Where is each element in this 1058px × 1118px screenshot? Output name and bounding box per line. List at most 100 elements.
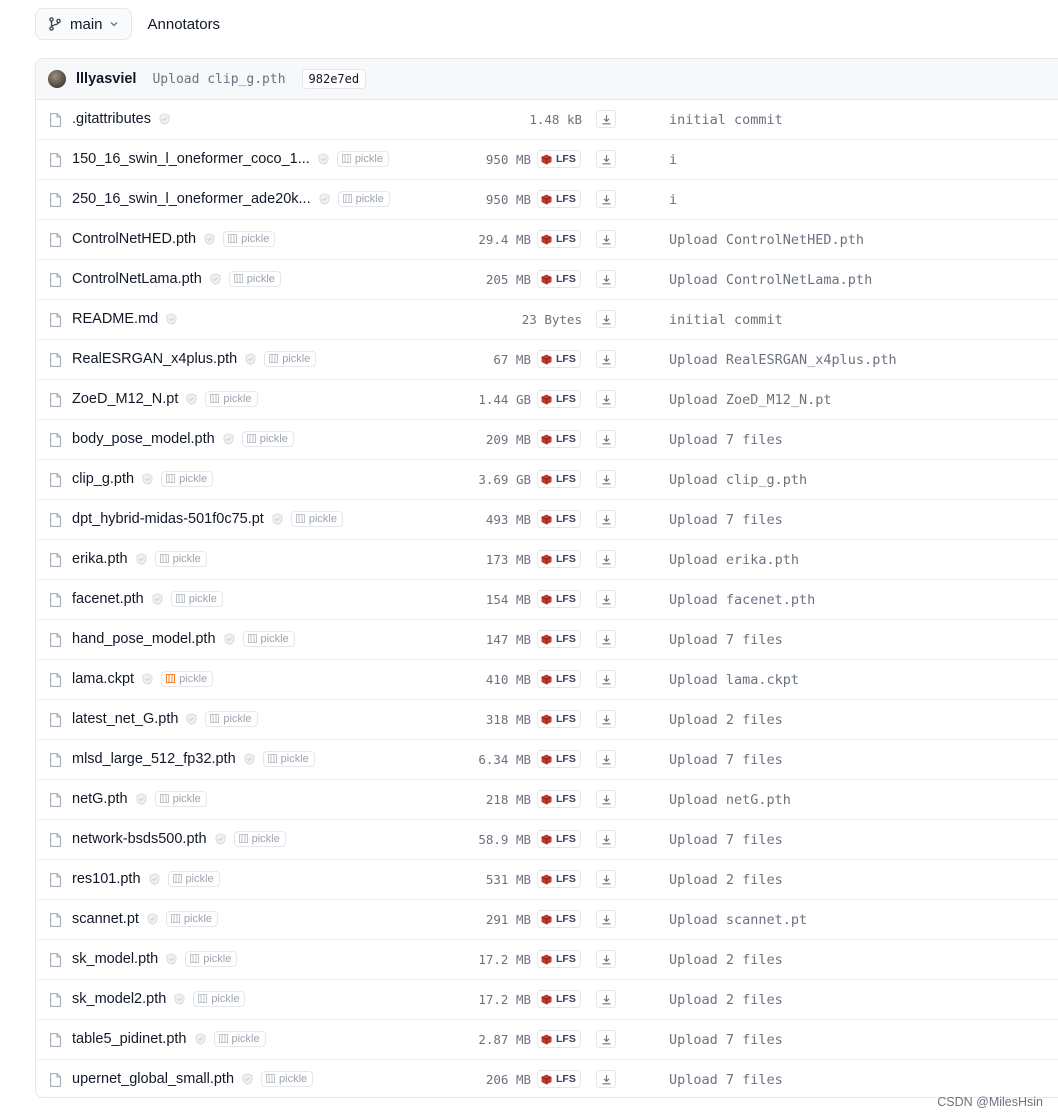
file-commit-message[interactable]: Upload 7 files (669, 632, 783, 648)
download-button[interactable] (596, 1070, 616, 1088)
download-button[interactable] (596, 750, 616, 768)
download-button[interactable] (596, 830, 616, 848)
commit-message[interactable]: Upload clip_g.pth (152, 72, 285, 87)
file-row[interactable]: sk_model.pth pickle 17.2 MB LFS Upload 2 fil… (36, 940, 1058, 980)
file-name-link[interactable]: dpt_hybrid-midas-501f0c75.pt pickle (72, 511, 343, 528)
file-row[interactable]: scannet.pt pickle 291 MB LFS Upload scannet.… (36, 900, 1058, 940)
pickle-badge[interactable]: pickle (264, 351, 317, 368)
download-button[interactable] (596, 270, 616, 288)
file-row[interactable]: network-bsds500.pth pickle 58.9 MB LFS Uploa… (36, 820, 1058, 860)
download-button[interactable] (596, 470, 616, 488)
download-button[interactable] (596, 510, 616, 528)
download-button[interactable] (596, 990, 616, 1008)
file-name-link[interactable]: network-bsds500.pth pickle (72, 831, 286, 848)
file-row[interactable]: clip_g.pth pickle 3.69 GB LFS Upload clip_g.… (36, 460, 1058, 500)
download-button[interactable] (596, 430, 616, 448)
file-name-link[interactable]: RealESRGAN_x4plus.pth pickle (72, 351, 317, 368)
file-commit-message[interactable]: Upload 7 files (669, 432, 783, 448)
file-name-link[interactable]: ZoeD_M12_N.pt pickle (72, 391, 258, 408)
file-row[interactable]: dpt_hybrid-midas-501f0c75.pt pickle 493 MB… (36, 500, 1058, 540)
file-row[interactable]: 150_16_swin_l_oneformer_coco_1... pickle 9… (36, 140, 1058, 180)
pickle-badge[interactable]: pickle (228, 271, 281, 288)
file-name-link[interactable]: README.md (72, 311, 177, 327)
file-name-link[interactable]: sk_model2.pth pickle (72, 991, 246, 1008)
file-row[interactable]: latest_net_G.pth pickle 318 MB LFS Upload 2 … (36, 700, 1058, 740)
pickle-badge[interactable]: pickle (290, 511, 343, 528)
download-button[interactable] (596, 910, 616, 928)
file-row[interactable]: res101.pth pickle 531 MB LFS Upload 2 files (36, 860, 1058, 900)
download-button[interactable] (596, 630, 616, 648)
file-name-link[interactable]: .gitattributes (72, 111, 170, 127)
file-name-link[interactable]: facenet.pth pickle (72, 591, 223, 608)
download-button[interactable] (596, 230, 616, 248)
pickle-badge[interactable]: pickle (161, 471, 214, 488)
file-commit-message[interactable]: Upload 7 files (669, 752, 783, 768)
pickle-badge[interactable]: pickle (154, 551, 207, 568)
file-row[interactable]: RealESRGAN_x4plus.pth pickle 67 MB LFS Uploa… (36, 340, 1058, 380)
file-commit-message[interactable]: initial commit (669, 312, 783, 328)
file-row[interactable]: facenet.pth pickle 154 MB LFS Upload facenet… (36, 580, 1058, 620)
pickle-badge[interactable]: pickle (170, 591, 223, 608)
download-button[interactable] (596, 350, 616, 368)
file-row[interactable]: ControlNetHED.pth pickle 29.4 MB LFS Upload … (36, 220, 1058, 260)
file-name-link[interactable]: scannet.pt pickle (72, 911, 219, 928)
file-commit-message[interactable]: Upload 7 files (669, 1032, 783, 1048)
file-commit-message[interactable]: i (669, 192, 677, 208)
pickle-badge[interactable]: pickle (337, 191, 390, 208)
pickle-badge[interactable]: pickle (185, 951, 238, 968)
file-row[interactable]: body_pose_model.pth pickle 209 MB LFS Upload… (36, 420, 1058, 460)
pickle-badge[interactable]: pickle (233, 831, 286, 848)
file-row[interactable]: 250_16_swin_l_oneformer_ade20k... pickle 9… (36, 180, 1058, 220)
file-row[interactable]: ControlNetLama.pth pickle 205 MB LFS Upload … (36, 260, 1058, 300)
file-row[interactable]: erika.pth pickle 173 MB LFS Upload erika.pth (36, 540, 1058, 580)
file-name-link[interactable]: latest_net_G.pth pickle (72, 711, 258, 728)
file-row[interactable]: sk_model2.pth pickle 17.2 MB LFS Upload 2 fi… (36, 980, 1058, 1020)
download-button[interactable] (596, 110, 616, 128)
file-name-link[interactable]: erika.pth pickle (72, 551, 207, 568)
download-button[interactable] (596, 190, 616, 208)
file-row[interactable]: mlsd_large_512_fp32.pth pickle 6.34 MB LFS U… (36, 740, 1058, 780)
download-button[interactable] (596, 950, 616, 968)
file-name-link[interactable]: ControlNetLama.pth pickle (72, 271, 281, 288)
pickle-badge[interactable]: pickle (154, 791, 207, 808)
file-name-link[interactable]: 150_16_swin_l_oneformer_coco_1... pickle (72, 151, 389, 168)
file-name-link[interactable]: body_pose_model.pth pickle (72, 431, 294, 448)
pickle-badge[interactable]: pickle (161, 671, 214, 688)
file-row[interactable]: .gitattributes 1.48 kB initial commit (36, 100, 1058, 140)
file-commit-message[interactable]: Upload netG.pth (669, 792, 791, 808)
file-commit-message[interactable]: Upload 2 files (669, 712, 783, 728)
pickle-badge[interactable]: pickle (262, 751, 315, 768)
file-commit-message[interactable]: Upload lama.ckpt (669, 672, 799, 688)
file-row[interactable]: upernet_global_small.pth pickle 206 MB LFS U… (36, 1060, 1058, 1097)
download-button[interactable] (596, 1030, 616, 1048)
pickle-badge[interactable]: pickle (213, 1031, 266, 1048)
file-commit-message[interactable]: Upload 7 files (669, 512, 783, 528)
file-row[interactable]: README.md 23 Bytes initial commit (36, 300, 1058, 340)
pickle-badge[interactable]: pickle (205, 391, 258, 408)
file-commit-message[interactable]: Upload 2 files (669, 952, 783, 968)
download-button[interactable] (596, 870, 616, 888)
file-name-link[interactable]: lama.ckpt pickle (72, 671, 214, 688)
file-commit-message[interactable]: Upload erika.pth (669, 552, 799, 568)
file-name-link[interactable]: mlsd_large_512_fp32.pth pickle (72, 751, 315, 768)
download-button[interactable] (596, 150, 616, 168)
file-commit-message[interactable]: Upload facenet.pth (669, 592, 815, 608)
file-name-link[interactable]: sk_model.pth pickle (72, 951, 238, 968)
pickle-badge[interactable]: pickle (242, 631, 295, 648)
download-button[interactable] (596, 790, 616, 808)
file-row[interactable]: lama.ckpt pickle 410 MB LFS Upload lama.ckpt (36, 660, 1058, 700)
file-row[interactable]: netG.pth pickle 218 MB LFS Upload netG.pth (36, 780, 1058, 820)
file-row[interactable]: table5_pidinet.pth pickle 2.87 MB LFS Upload… (36, 1020, 1058, 1060)
file-row[interactable]: hand_pose_model.pth pickle 147 MB LFS Upload… (36, 620, 1058, 660)
file-commit-message[interactable]: Upload 2 files (669, 992, 783, 1008)
file-commit-message[interactable]: Upload 7 files (669, 832, 783, 848)
avatar[interactable] (48, 70, 66, 88)
commit-author[interactable]: lllyasviel (76, 71, 136, 87)
pickle-badge[interactable]: pickle (193, 991, 246, 1008)
pickle-badge[interactable]: pickle (165, 911, 219, 928)
commit-sha[interactable]: 982e7ed (301, 69, 367, 89)
pickle-badge[interactable]: pickle (205, 711, 258, 728)
file-name-link[interactable]: table5_pidinet.pth pickle (72, 1031, 266, 1048)
file-name-link[interactable]: ControlNetHED.pth pickle (72, 231, 276, 248)
pickle-badge[interactable]: pickle (261, 1071, 314, 1088)
